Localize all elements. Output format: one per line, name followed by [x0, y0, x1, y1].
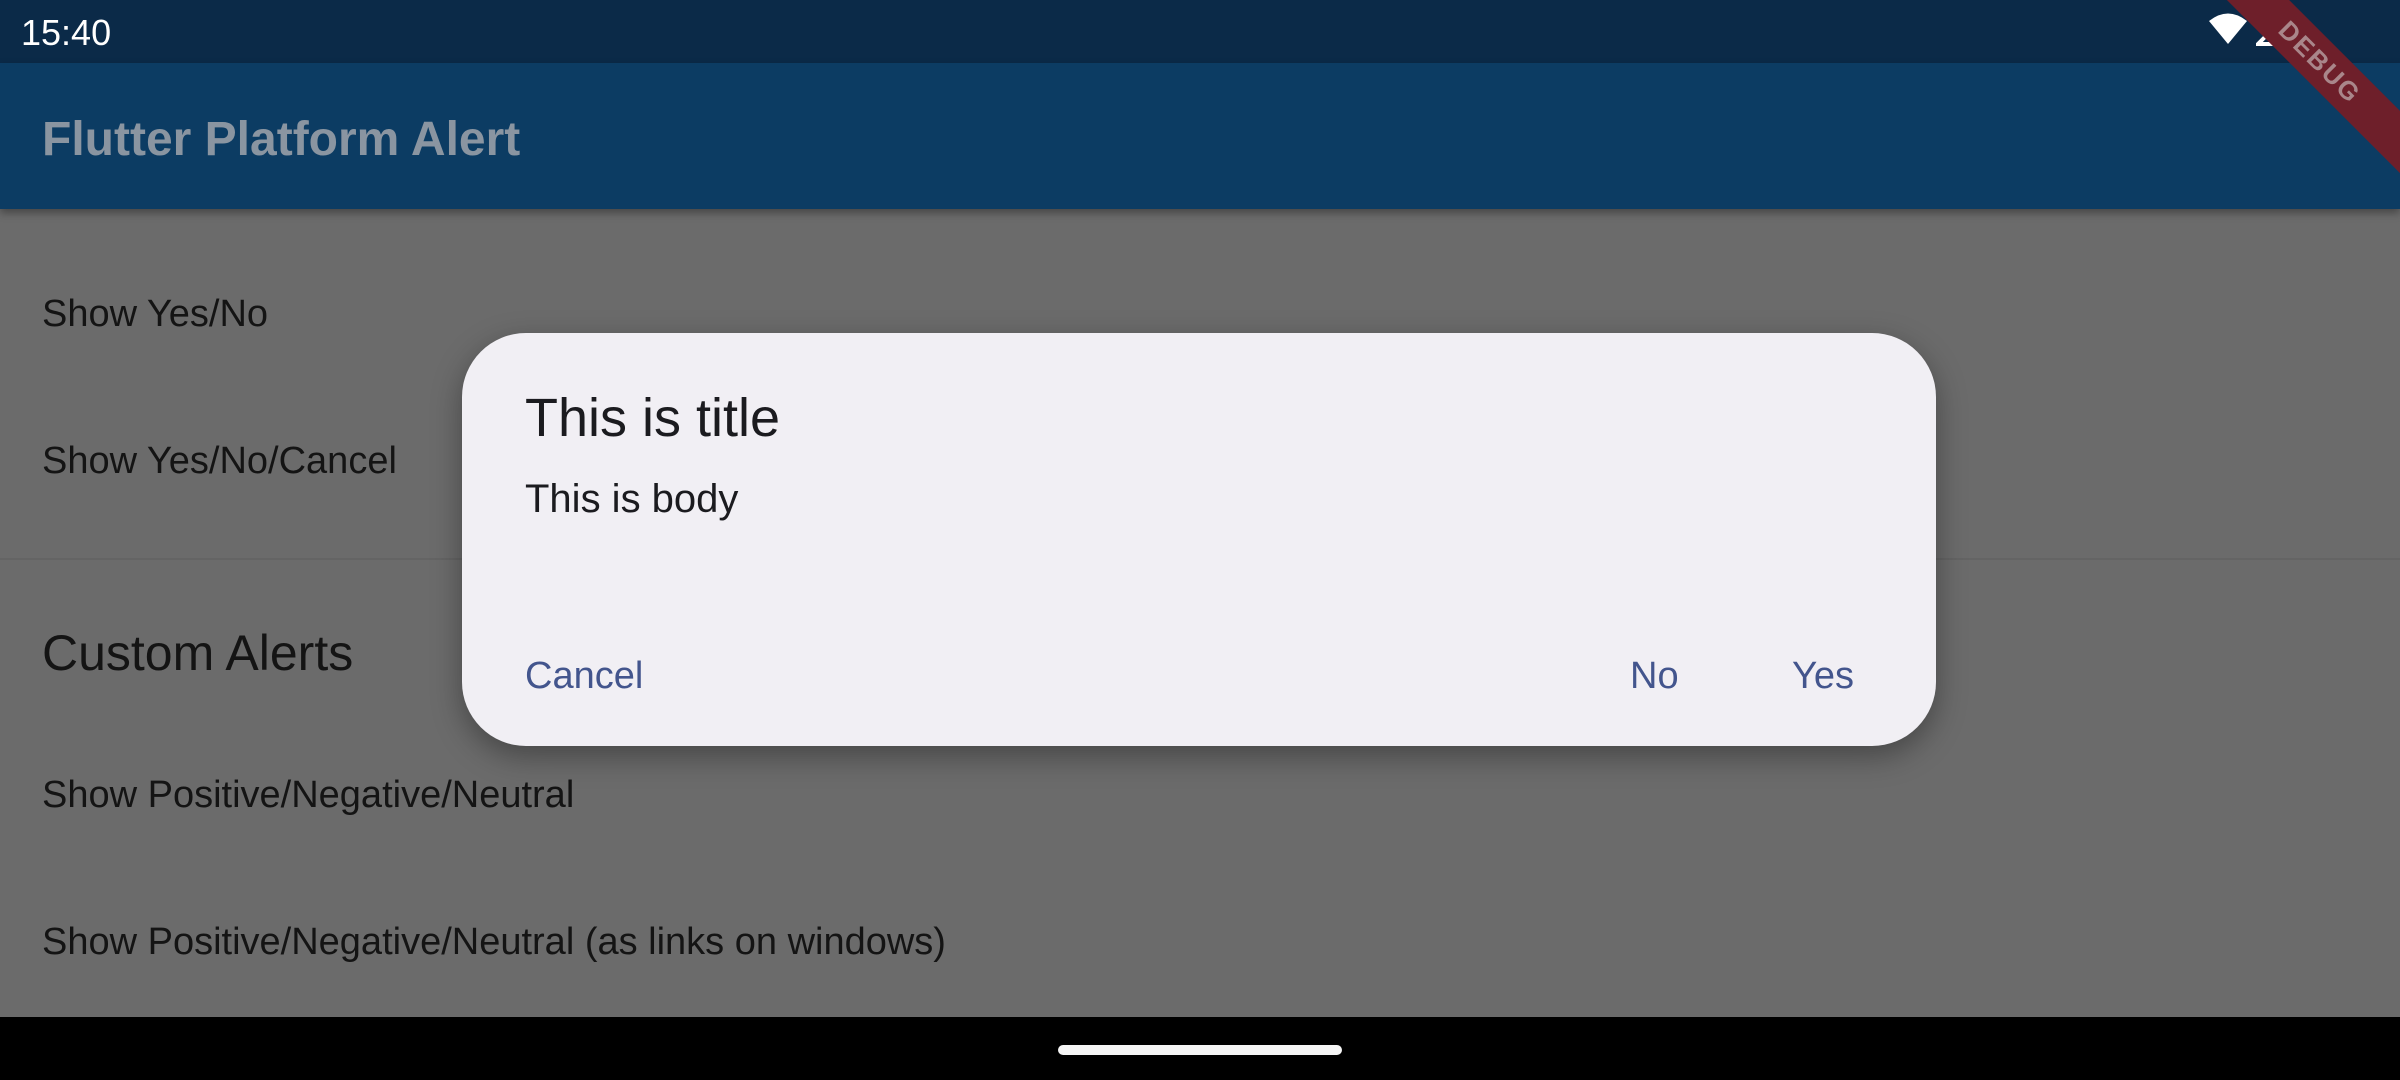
cancel-button[interactable]: Cancel — [525, 651, 643, 702]
navigation-bar — [0, 1017, 2400, 1080]
dialog-title: This is title — [525, 388, 781, 448]
no-button[interactable]: No — [1630, 651, 1679, 702]
dialog-body: This is body — [525, 477, 739, 521]
yes-button[interactable]: Yes — [1792, 651, 1854, 702]
alert-dialog: This is title This is body Cancel No Yes — [462, 333, 1936, 746]
home-indicator[interactable] — [1058, 1045, 1342, 1055]
app-screen: 15:40 Flutter Platform Alert DEBUG Show … — [0, 0, 2400, 1017]
